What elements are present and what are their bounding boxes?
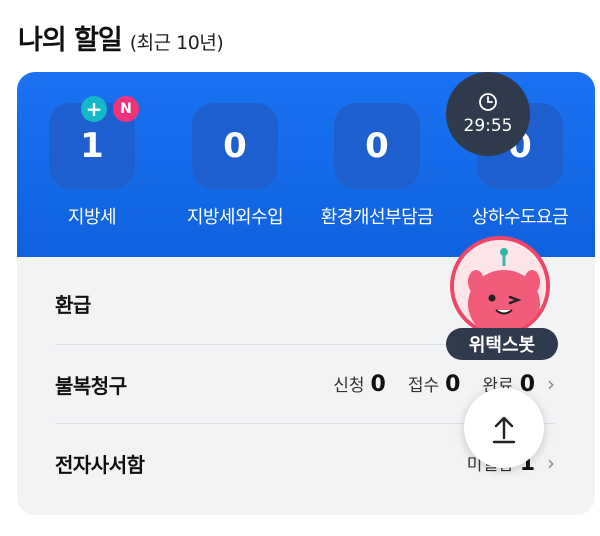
appeal-label: 불복청구 (55, 373, 127, 398)
arrow-up-icon (492, 416, 516, 444)
tile-local-tax[interactable]: 1 + N 지방세 (27, 96, 157, 229)
refund-label: 환급 (55, 292, 91, 317)
tile-count: 1 (80, 126, 104, 166)
bot-avatar (450, 236, 550, 336)
tile-box: 0 (334, 103, 420, 189)
new-badge-icon: N (113, 96, 139, 122)
tile-non-tax-revenue[interactable]: 0 지방세외수입 (170, 103, 300, 229)
page-header: 나의 할일 (최근 10년) (18, 18, 224, 57)
tile-count: 0 (223, 126, 247, 166)
page-title: 나의 할일 (18, 25, 123, 56)
page-subtitle: (최근 10년) (129, 32, 224, 54)
tile-label: 상하수도요금 (471, 207, 569, 228)
tile-label: 지방세외수입 (186, 207, 284, 228)
chevron-right-icon: › (547, 372, 555, 396)
stat-applied: 신청 0 (333, 372, 386, 397)
timer-text: 29:55 (463, 116, 513, 136)
tile-environment-charge[interactable]: 0 환경개선부담금 (312, 103, 442, 229)
tile-label: 환경개선부담금 (320, 207, 434, 228)
stat-received: 접수 0 (407, 372, 461, 397)
bot-label: 위택스봇 (446, 328, 558, 360)
tile-count: 0 (365, 126, 389, 166)
bot-character-icon (454, 240, 546, 332)
scroll-top-button[interactable] (464, 388, 544, 468)
clock-icon (479, 93, 497, 111)
session-timer[interactable]: 29:55 (446, 72, 530, 156)
tile-box: 1 + N (49, 96, 139, 189)
tile-label: 지방세 (67, 207, 117, 228)
chevron-right-icon: › (547, 451, 555, 475)
tile-box: 0 (192, 103, 278, 189)
wetax-bot-button[interactable]: 위택스봇 (446, 236, 558, 360)
plus-badge-icon: + (81, 96, 107, 122)
mailbox-label: 전자사서함 (55, 452, 145, 477)
